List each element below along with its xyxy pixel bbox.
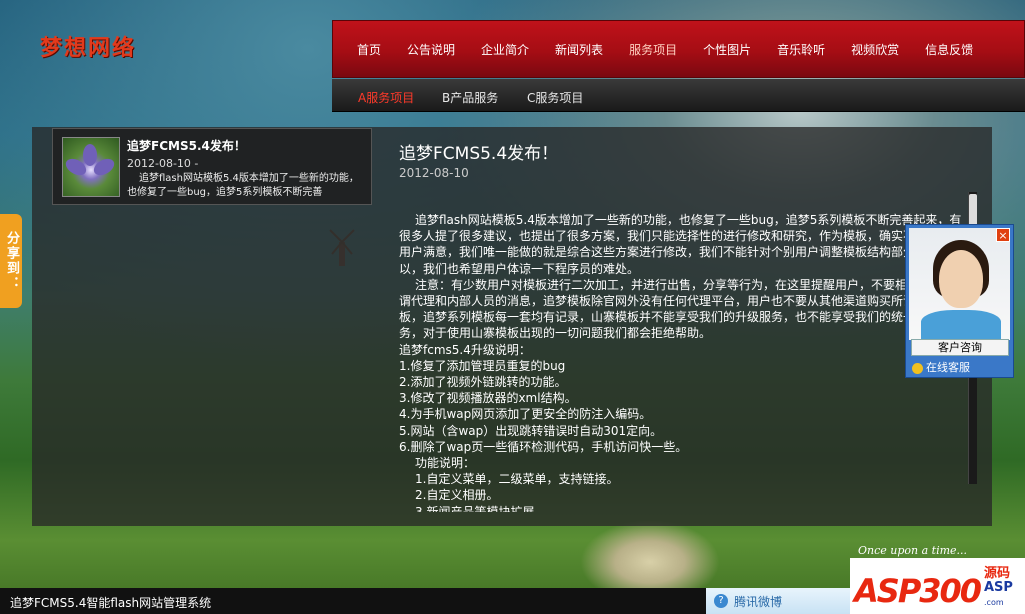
customer-service-widget: × 客户咨询 在线客服 [905,224,1014,378]
badge-side-top: 源码 [984,566,1011,581]
article-paragraph: 1.自定义菜单，二级菜单，支持链接。 [415,472,619,487]
article-paragraph: 追梦fcms5.4升级说明： [399,342,531,357]
article-paragraph: 4.为手机wap网页添加了更安全的防注入编码。 [399,407,652,422]
asp300-badge[interactable]: ASP300 源码 ASP .com [850,558,1025,614]
nav-item-pictures[interactable]: 个性图片 [703,41,751,58]
nav-item-news[interactable]: 新闻列表 [555,41,603,58]
site-logo[interactable]: 梦想网络 [40,30,136,62]
news-thumbnail[interactable] [62,137,120,197]
footer-text: 追梦FCMS5.4智能flash网站管理系统 [10,596,212,610]
share-tab[interactable]: 分享到： [0,214,22,308]
article-paragraph: 2.自定义相册。 [415,488,499,503]
nav-item-home[interactable]: 首页 [357,41,381,58]
article-title: 追梦FCMS5.4发布！ [399,144,559,164]
article-paragraph: 注意：有少数用户对模板进行二次加工，并进行出售，分享等行为，在这里提醒用户，不要… [399,277,956,341]
article-paragraph: 1.修复了添加管理员重复的bug [399,358,566,373]
article-paragraph: 6.删除了wap页一些循环检测代码，手机访问快一些。 [399,439,688,454]
nav-item-notice[interactable]: 公告说明 [407,41,455,58]
article-paragraph: 功能说明： [415,456,476,471]
article-paragraph: 2.添加了视频外链跳转的功能。 [399,375,567,390]
article-body: 追梦flash网站模板5.4版本增加了一些新的功能，也修复了一些bug，追梦5系… [399,212,964,512]
nav-item-about[interactable]: 企业简介 [481,41,529,58]
news-title[interactable]: 追梦FCMS5.4发布！ [127,137,246,154]
nav-item-services[interactable]: 服务项目 [629,41,677,58]
news-excerpt: 追梦flash网站模板5.4版本增加了一些新的功能，也修复了一些bug，追梦5系… [127,173,359,198]
nav-item-music[interactable]: 音乐聆听 [777,41,825,58]
nav-item-feedback[interactable]: 信息反馈 [925,41,973,58]
consult-button[interactable]: 客户咨询 [911,339,1009,356]
weibo-label: 腾讯微博 [734,595,783,609]
online-service-label: 在线客服 [926,361,970,374]
decor-caption: Once upon a time... [858,544,968,557]
subnav-item-a[interactable]: A服务项目 [358,89,414,106]
tencent-weibo-button[interactable]: ? 腾讯微博 [706,588,850,614]
sub-nav: A服务项目 B产品服务 C服务项目 [332,79,1025,112]
article-date: 2012-08-10 [399,166,469,180]
badge-side-mid: ASP [984,580,1013,595]
weibo-icon: ? [714,594,728,608]
badge-brand: ASP300 [854,572,982,610]
subnav-item-c[interactable]: C服务项目 [527,89,583,106]
online-status-icon [912,362,923,374]
news-date: 2012-08-10 - [127,157,199,170]
badge-side-url: .com [984,598,1004,607]
article-paragraph: 5.网站（含wap）出现跳转错误时自动301定向。 [399,423,663,438]
article-paragraph: 3.新闻产品等模块扩展。 [415,504,547,512]
article-paragraph: 追梦flash网站模板5.4版本增加了一些新的功能，也修复了一些bug，追梦5系… [399,213,964,276]
nav-item-video[interactable]: 视频欣赏 [851,41,899,58]
main-nav: 首页 公告说明 企业简介 新闻列表 服务项目 个性图片 音乐聆听 视频欣赏 信息… [332,20,1025,78]
close-icon[interactable]: × [996,228,1010,242]
online-service-link[interactable]: 在线客服 [912,359,970,375]
news-item[interactable]: 追梦FCMS5.4发布！ 2012-08-10 - 追梦flash网站模板5.4… [52,128,372,205]
service-agent-photo [909,228,1010,340]
article-paragraph: 3.修改了视频播放器的xml结构。 [399,391,577,406]
subnav-item-b[interactable]: B产品服务 [442,89,498,106]
background-path [580,520,720,590]
